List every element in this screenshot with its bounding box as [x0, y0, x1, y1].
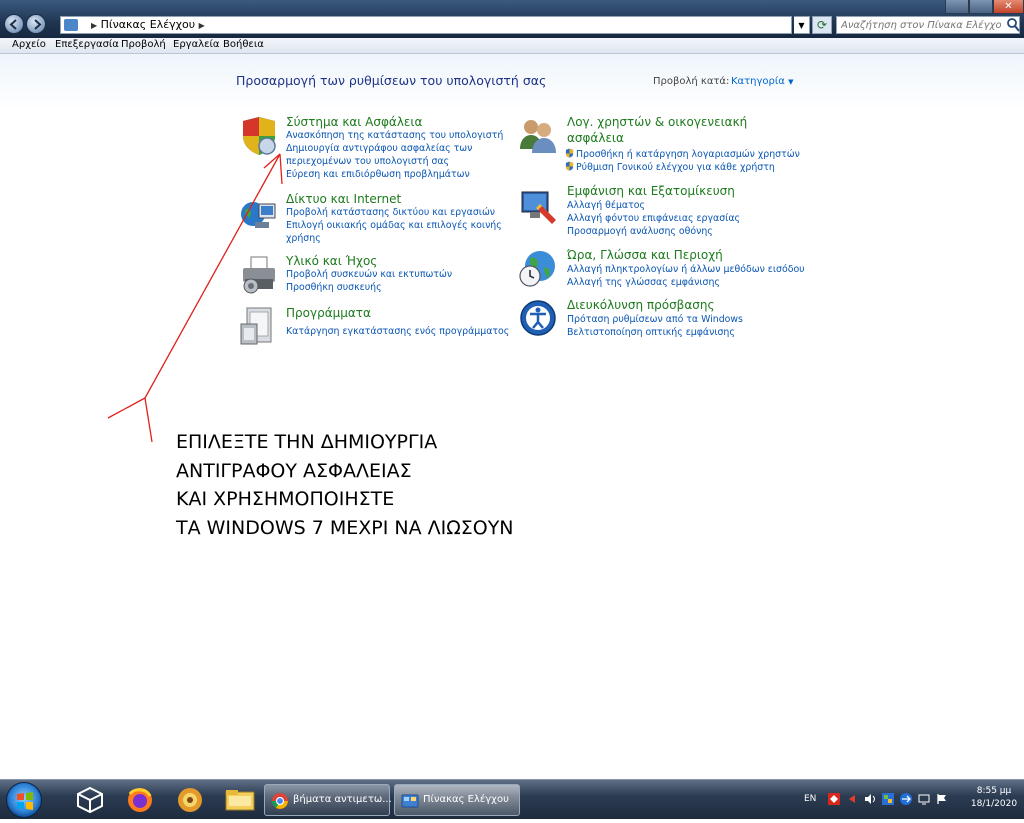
view-by-dropdown[interactable]: Κατηγορία ▼: [731, 76, 793, 87]
link-change-theme[interactable]: Αλλαγή θέματος: [567, 200, 645, 211]
link-choose-homegroup[interactable]: Επιλογή οικιακής ομάδας και επιλογές κοι…: [286, 220, 502, 231]
annotation-line: ΤΑ WINDOWS 7 ΜΕΧΡΙ ΝΑ ΛΙΩΣΟΥΝ: [176, 516, 514, 539]
category-user-accounts-title-cont[interactable]: ασφάλεια: [567, 131, 624, 145]
link-backup-computer[interactable]: Δημιουργία αντιγράφου ασφαλείας των: [286, 143, 472, 154]
taskbar-task-control-panel[interactable]: Πίνακας Ελέγχου: [394, 784, 520, 816]
address-bar[interactable]: ▶ Πίνακας Ελέγχου ▶: [60, 16, 792, 34]
chevron-down-icon: ▼: [788, 78, 794, 86]
link-choose-homegroup-cont[interactable]: χρήσης: [286, 233, 321, 244]
virtualbox-icon[interactable]: [70, 784, 110, 816]
category-system-security-title[interactable]: Σύστημα και Ασφάλεια: [286, 115, 422, 129]
control-panel-icon: [401, 794, 419, 808]
navigation-buttons: [4, 14, 58, 34]
windows-logo-icon: [17, 792, 33, 810]
search-icon[interactable]: [1006, 17, 1020, 33]
programs-icon[interactable]: [239, 306, 279, 346]
view-by-label: Προβολή κατά:: [653, 76, 730, 87]
file-explorer-icon[interactable]: [220, 784, 260, 816]
link-suggested-settings[interactable]: Πρόταση ρυθμίσεων από τα Windows: [567, 314, 743, 325]
close-button[interactable]: ✕: [993, 0, 1024, 14]
taskbar-task-chrome[interactable]: βήματα αντιμετω...: [264, 784, 392, 816]
link-view-network-status[interactable]: Προβολή κατάστασης δικτύου και εργασιών: [286, 207, 495, 218]
back-arrow-icon: [9, 19, 17, 30]
clock-date[interactable]: 18/1/2020: [966, 799, 1022, 809]
maximize-button[interactable]: [969, 0, 993, 14]
network-icon[interactable]: [239, 194, 279, 234]
taskbar-task-label: βήματα αντιμετω...: [293, 794, 392, 805]
link-change-keyboards[interactable]: Αλλαγή πληκτρολογίων ή άλλων μεθόδων εισ…: [567, 264, 805, 275]
annotation-line: ΚΑΙ ΧΡΗΣΗΜΟΠΟΙΗΣΤΕ: [176, 488, 395, 510]
language-indicator[interactable]: EN: [804, 794, 816, 804]
breadcrumb-separator-icon: ▶: [91, 21, 98, 30]
breadcrumb-control-panel[interactable]: Πίνακας Ελέγχου: [101, 18, 195, 31]
display-tray-icon[interactable]: [918, 793, 930, 805]
clock-globe-icon[interactable]: [518, 248, 558, 288]
network-tray-icon[interactable]: [882, 793, 894, 805]
tor-browser-icon[interactable]: [170, 784, 210, 816]
forward-arrow-icon: [34, 19, 42, 30]
link-optimize-visual-display[interactable]: Βελτιστοποίηση οπτικής εμφάνισης: [567, 327, 735, 338]
clock-time[interactable]: 8:55 μμ: [966, 786, 1022, 796]
menu-help[interactable]: Βοήθεια: [223, 39, 264, 50]
category-appearance-title[interactable]: Εμφάνιση και Εξατομίκευση: [567, 184, 735, 198]
annotation-line: ΑΝΤΙΓΡΑΦΟΥ ΑΣΦΑΛΕΙΑΣ: [176, 459, 412, 482]
view-by-value[interactable]: Κατηγορία: [731, 76, 785, 87]
back-button[interactable]: [4, 14, 24, 34]
teamviewer-icon[interactable]: [900, 793, 912, 805]
annotation-line: ΕΠΙΛΕΞΤΕ ΤΗΝ ΔΗΜΙΟΥΡΓΙΑ: [176, 431, 438, 453]
forward-button[interactable]: [26, 14, 46, 34]
menu-edit[interactable]: Επεξεργασία: [55, 39, 119, 50]
category-user-accounts-title[interactable]: Λογ. χρηστών & οικογενειακή: [567, 115, 747, 129]
volume-icon[interactable]: [864, 793, 876, 805]
minimize-button[interactable]: [945, 0, 969, 14]
menu-tools[interactable]: Εργαλεία: [173, 39, 219, 50]
taskbar-task-label: Πίνακας Ελέγχου: [423, 794, 509, 805]
firefox-icon[interactable]: [120, 784, 160, 816]
link-adjust-resolution[interactable]: Προσαρμογή ανάλυσης οθόνης: [567, 226, 713, 237]
uac-shield-icon: [565, 148, 574, 158]
link-change-display-language[interactable]: Αλλαγή της γλώσσας εμφάνισης: [567, 277, 720, 288]
breadcrumb[interactable]: ▶ Πίνακας Ελέγχου ▶: [91, 17, 205, 34]
link-change-background[interactable]: Αλλαγή φόντου επιφάνειας εργασίας: [567, 213, 740, 224]
printer-icon[interactable]: [239, 255, 279, 295]
search-input[interactable]: [836, 16, 1020, 34]
link-view-devices-printers[interactable]: Προβολή συσκευών και εκτυπωτών: [286, 269, 452, 280]
action-center-flag-icon[interactable]: [936, 793, 948, 805]
link-review-computer-status[interactable]: Ανασκόπηση της κατάστασης του υπολογιστή: [286, 130, 503, 141]
refresh-button[interactable]: ⟳: [812, 16, 832, 34]
link-backup-computer-cont[interactable]: περιεχομένων του υπολογιστή σας: [286, 156, 449, 167]
annotation-arrow: [107, 153, 283, 443]
start-button[interactable]: [6, 782, 42, 818]
page-title: Προσαρμογή των ρυθμίσεων του υπολογιστή …: [236, 73, 547, 88]
link-add-device[interactable]: Προσθήκη συσκευής: [286, 282, 382, 293]
category-network-internet-title[interactable]: Δίκτυο και Internet: [286, 192, 401, 206]
menu-view[interactable]: Προβολή: [121, 39, 166, 50]
link-parental-controls[interactable]: Ρύθμιση Γονικού ελέγχου για κάθε χρήστη: [565, 161, 775, 173]
category-ease-of-access-title[interactable]: Διευκόλυνση πρόσβασης: [567, 298, 715, 312]
users-icon[interactable]: [518, 115, 558, 155]
category-clock-language-title[interactable]: Ώρα, Γλώσσα και Περιοχή: [567, 248, 723, 262]
breadcrumb-separator-icon[interactable]: ▶: [199, 21, 205, 30]
link-uninstall-program[interactable]: Κατάργηση εγκατάστασης ενός προγράμματος: [286, 326, 509, 337]
chrome-icon: [272, 793, 288, 809]
link-parental-controls-label[interactable]: Ρύθμιση Γονικού ελέγχου για κάθε χρήστη: [576, 162, 775, 173]
link-find-fix-problems[interactable]: Εύρεση και επιδιόρθωση προβλημάτων: [286, 169, 470, 180]
category-programs-title[interactable]: Προγράμματα: [286, 306, 371, 320]
accessibility-icon[interactable]: [518, 298, 558, 338]
category-hardware-sound-title[interactable]: Υλικό και Ήχος: [286, 254, 377, 268]
control-panel-icon: [64, 19, 78, 31]
window-controls: ✕: [945, 0, 1024, 14]
shield-icon[interactable]: [239, 116, 279, 156]
back-notification-icon[interactable]: [846, 793, 858, 805]
anydesk-icon[interactable]: [828, 793, 840, 805]
menu-file[interactable]: Αρχείο: [12, 39, 46, 50]
menu-bar: Αρχείο Επεξεργασία Προβολή Εργαλεία Βοήθ…: [0, 38, 1024, 54]
address-dropdown-button[interactable]: ▼: [794, 16, 810, 34]
appearance-icon[interactable]: [518, 186, 558, 226]
uac-shield-icon: [565, 161, 574, 171]
annotation-text: ΕΠΙΛΕΞΤΕ ΤΗΝ ΔΗΜΙΟΥΡΓΙΑ ΑΝΤΙΓΡΑΦΟΥ ΑΣΦΑΛ…: [176, 428, 514, 542]
link-add-remove-accounts[interactable]: Προσθήκη ή κατάργηση λογαριασμών χρηστών: [565, 148, 800, 160]
link-add-remove-accounts-label[interactable]: Προσθήκη ή κατάργηση λογαριασμών χρηστών: [576, 149, 800, 160]
